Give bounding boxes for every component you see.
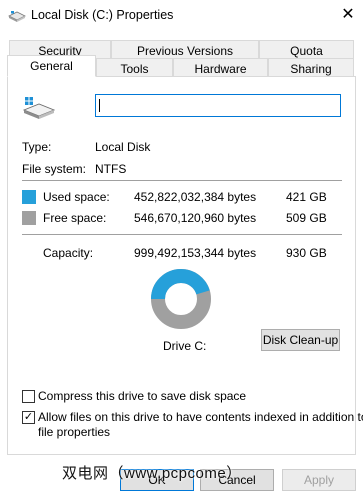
used-space-gb: 421 GB — [286, 190, 327, 204]
compress-checkbox[interactable] — [22, 390, 35, 403]
free-space-gb: 509 GB — [286, 211, 327, 225]
capacity-gb: 930 GB — [286, 246, 327, 260]
free-space-bytes: 546,670,120,960 bytes — [134, 211, 257, 225]
drive-icon — [22, 97, 56, 119]
drive-label: Drive C: — [163, 339, 207, 353]
usage-donut-chart — [151, 269, 211, 329]
disk-cleanup-label: Disk Clean-up — [262, 333, 339, 347]
apply-button[interactable]: Apply — [282, 469, 356, 491]
tab-label: Quota — [290, 44, 323, 58]
divider — [22, 234, 342, 235]
apply-label: Apply — [303, 473, 335, 487]
text-caret — [99, 99, 100, 112]
used-space-label: Used space: — [43, 190, 110, 204]
tab-quota[interactable]: Quota — [259, 40, 354, 60]
type-label: Type: — [22, 140, 52, 154]
file-system-label: File system: — [22, 162, 87, 176]
tab-label: Tools — [120, 62, 149, 76]
index-checkbox[interactable]: ✓ — [22, 411, 35, 424]
type-value: Local Disk — [95, 140, 151, 154]
drive-name-input[interactable] — [95, 94, 341, 117]
watermark: 双电网（www.pcpcome） — [62, 465, 242, 482]
used-space-swatch — [22, 190, 36, 204]
index-label-line2: file properties — [38, 425, 111, 439]
disk-cleanup-button[interactable]: Disk Clean-up — [261, 329, 340, 351]
tab-label: Hardware — [194, 62, 247, 76]
capacity-label: Capacity: — [43, 246, 94, 260]
close-icon: ✕ — [341, 6, 355, 23]
divider — [22, 180, 342, 181]
compress-label: Compress this drive to save disk space — [38, 389, 247, 403]
tab-sharing[interactable]: Sharing — [268, 58, 354, 78]
tab-label: Previous Versions — [136, 44, 234, 58]
tab-label: Sharing — [290, 62, 332, 76]
file-system-value: NTFS — [95, 162, 127, 176]
window-title: Local Disk (C:) Properties — [31, 8, 174, 22]
free-space-label: Free space: — [43, 211, 107, 225]
used-space-bytes: 452,822,032,384 bytes — [134, 190, 257, 204]
index-label-line1: Allow files on this drive to have conten… — [38, 410, 363, 424]
tab-hardware[interactable]: Hardware — [173, 58, 268, 78]
tab-general[interactable]: General — [7, 55, 96, 77]
tab-tools[interactable]: Tools — [96, 58, 173, 78]
tab-label: General — [30, 59, 73, 73]
drive-icon — [8, 11, 26, 22]
capacity-bytes: 999,492,153,344 bytes — [134, 246, 257, 260]
title-bar: Local Disk (C:) Properties ✕ — [0, 0, 363, 32]
tab-previous-versions[interactable]: Previous Versions — [111, 40, 259, 60]
close-button[interactable]: ✕ — [333, 0, 363, 30]
free-space-swatch — [22, 211, 36, 225]
